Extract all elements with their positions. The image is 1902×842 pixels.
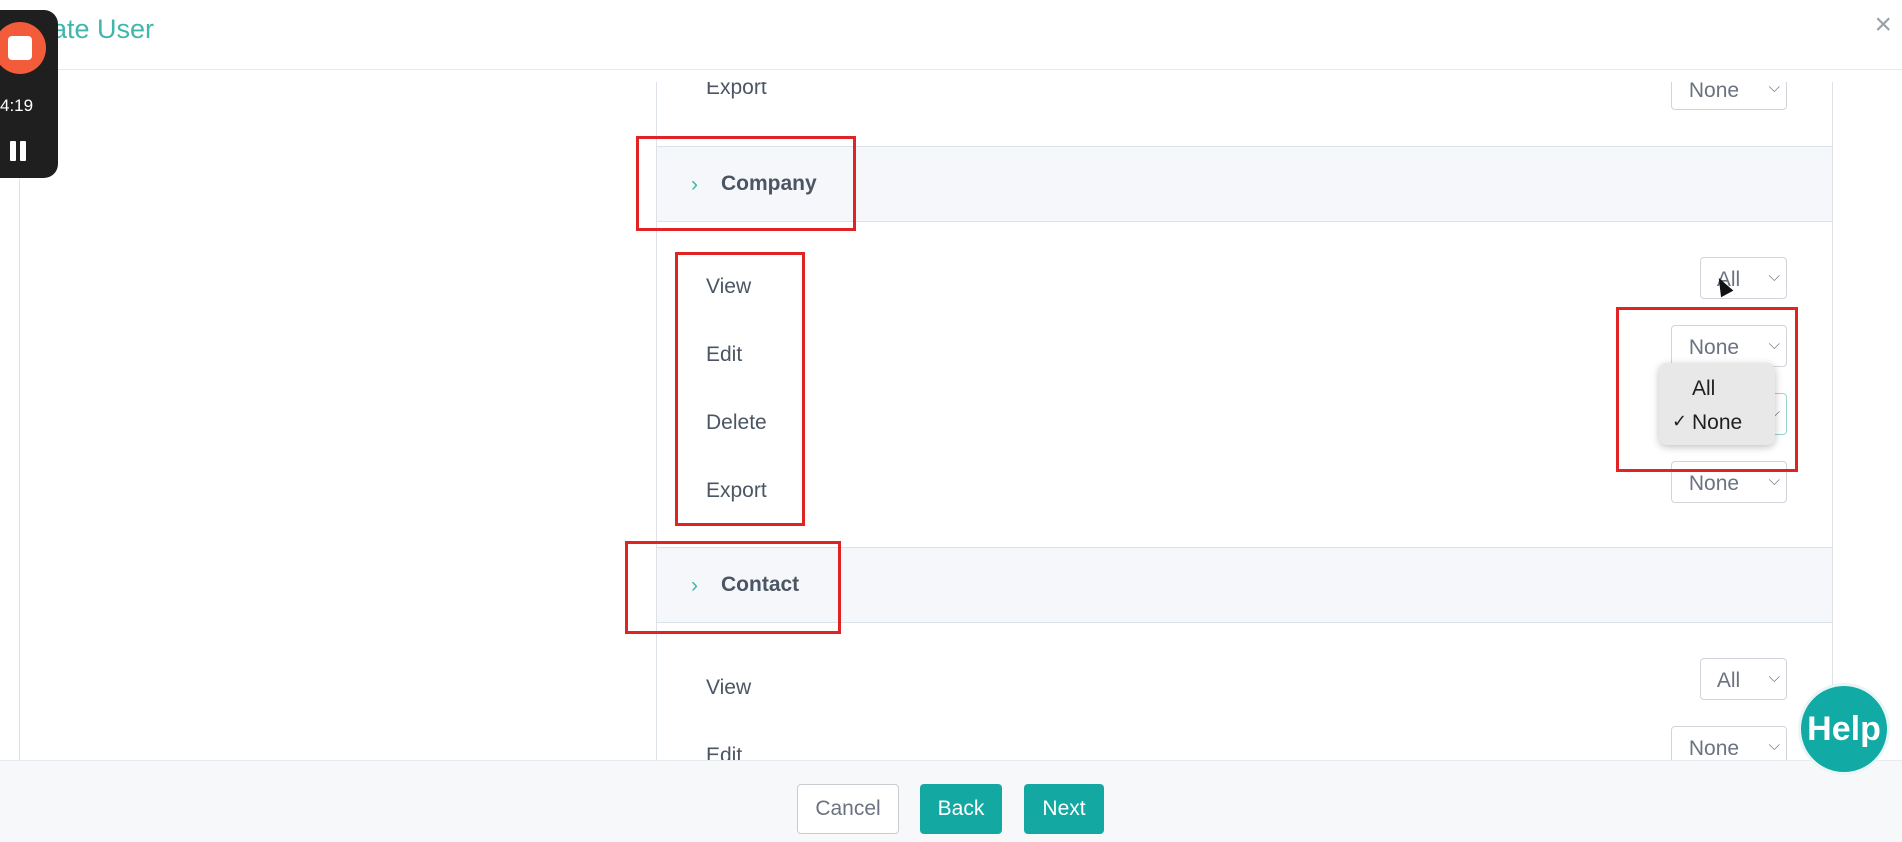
chevron-down-icon: ⌵: [1768, 268, 1780, 285]
modal-footer: Cancel Back Next: [0, 760, 1902, 842]
company-view-select[interactable]: All ⌵: [1700, 257, 1787, 299]
next-button[interactable]: Next: [1024, 784, 1104, 834]
back-button[interactable]: Back: [920, 784, 1002, 834]
contact-view-select[interactable]: All ⌵: [1700, 658, 1787, 700]
modal-header: ate User ×: [0, 0, 1902, 70]
stop-recording-icon[interactable]: [0, 22, 46, 74]
recording-timer: 4:19: [0, 96, 34, 115]
permission-label-edit: Edit: [706, 744, 743, 760]
chevron-down-icon: ⌵: [1768, 669, 1780, 686]
chevron-down-icon: ⌵: [1768, 737, 1780, 754]
highlight-box-dropdown: [1616, 307, 1798, 472]
screen-recorder-widget: 4:19: [0, 10, 58, 178]
chevron-down-icon: ⌵: [1768, 472, 1780, 489]
highlight-box-company: [636, 136, 856, 231]
cancel-button[interactable]: Cancel: [797, 784, 899, 834]
pause-icon[interactable]: [10, 141, 28, 161]
permission-label-view: View: [706, 676, 752, 699]
modal-title: ate User: [52, 14, 155, 44]
help-button[interactable]: Help: [1798, 683, 1890, 775]
highlight-box-labels: [675, 252, 805, 526]
highlight-box-contact: [625, 541, 841, 634]
close-icon[interactable]: ×: [1874, 10, 1892, 40]
export-select[interactable]: None ⌵: [1671, 82, 1787, 110]
permission-label-export: Export: [706, 82, 767, 99]
chevron-down-icon: ⌵: [1768, 82, 1780, 96]
contact-edit-select[interactable]: None ⌵: [1671, 726, 1787, 760]
